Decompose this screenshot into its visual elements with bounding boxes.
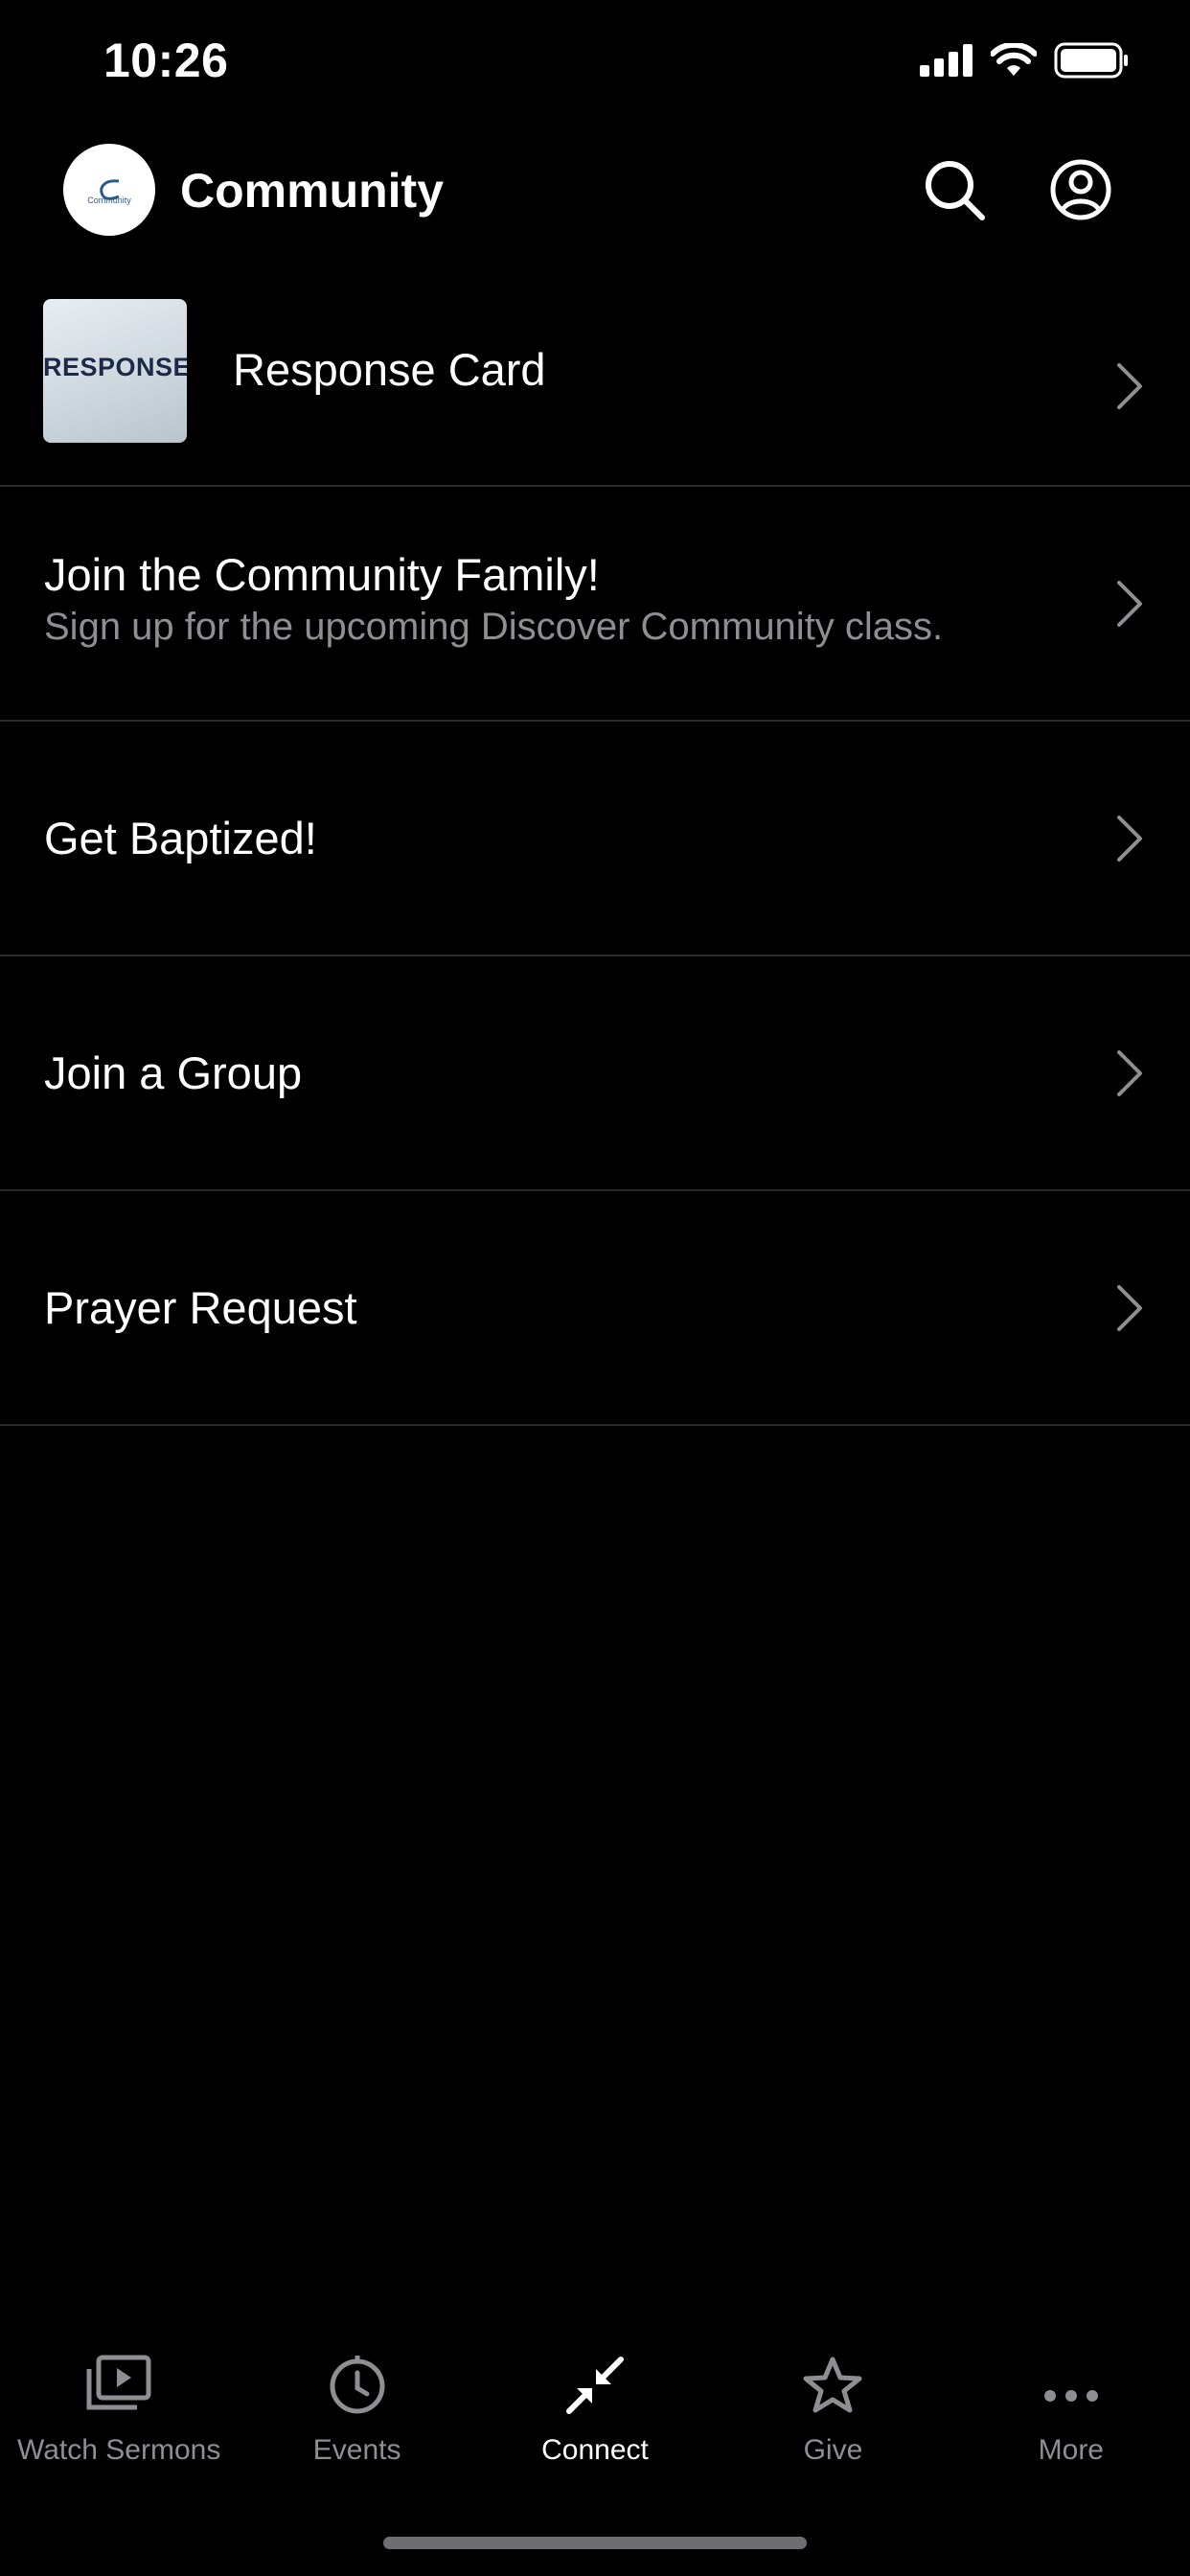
tab-connect[interactable]: Connect <box>476 2338 714 2472</box>
chevron-right-icon <box>1117 1284 1142 1331</box>
list-item-title: Join the Community Family! <box>44 549 600 600</box>
status-time: 10:26 <box>103 34 229 87</box>
more-dots-icon <box>1043 2390 1098 2402</box>
list-item-join-family[interactable]: Join the Community Family! Sign up for t… <box>0 487 1190 722</box>
thumbnail-text: RESPONSE <box>43 353 187 381</box>
response-card-thumbnail: RESPONSE <box>43 299 187 443</box>
community-logo[interactable]: Community <box>63 144 155 236</box>
user-circle-icon <box>1050 159 1111 220</box>
list-item-subtitle: Sign up for the upcoming Discover Commun… <box>44 606 944 648</box>
star-icon <box>803 2357 862 2413</box>
app-header: Community Community <box>0 134 1190 249</box>
status-icons <box>920 42 1131 79</box>
tab-more[interactable]: More <box>952 2338 1190 2472</box>
tab-events[interactable]: Events <box>238 2338 475 2472</box>
tab-give[interactable]: Give <box>714 2338 951 2472</box>
list-item-title: Prayer Request <box>44 1282 357 1333</box>
list-item-response-card[interactable]: RESPONSE Response Card <box>0 288 1190 487</box>
tab-label: Give <box>803 2434 863 2466</box>
list-item-title: Join a Group <box>44 1047 303 1098</box>
connect-arrows-icon <box>566 2357 625 2414</box>
list-item-title: Get Baptized! <box>44 813 317 863</box>
list-item-join-group[interactable]: Join a Group <box>0 956 1190 1191</box>
clock-icon <box>330 2356 385 2414</box>
profile-button[interactable] <box>1046 155 1115 224</box>
connect-list: RESPONSE Response Card Join the Communit… <box>0 288 1190 1426</box>
status-bar: 10:26 <box>0 0 1190 134</box>
chevron-right-icon <box>1117 580 1142 627</box>
video-library-icon <box>86 2355 151 2410</box>
chevron-right-icon <box>1117 815 1142 862</box>
tab-label: Watch Sermons <box>17 2434 221 2466</box>
search-button[interactable] <box>920 155 989 224</box>
tab-bar: Watch Sermons Events Connect Give More <box>0 2338 1190 2472</box>
logo-text: Community <box>87 196 131 205</box>
list-item-get-baptized[interactable]: Get Baptized! <box>0 722 1190 956</box>
chevron-right-icon <box>1117 363 1142 409</box>
list-item-prayer-request[interactable]: Prayer Request <box>0 1191 1190 1426</box>
tab-watch-sermons[interactable]: Watch Sermons <box>0 2338 238 2472</box>
battery-icon <box>1054 42 1128 79</box>
list-item-title: Response Card <box>233 344 546 395</box>
search-icon <box>926 161 985 220</box>
cellular-signal-icon <box>920 44 973 77</box>
tab-label: Connect <box>541 2434 649 2466</box>
home-indicator[interactable] <box>383 2537 807 2549</box>
chevron-right-icon <box>1117 1049 1142 1096</box>
wifi-icon <box>991 43 1037 76</box>
tab-label: More <box>1038 2434 1104 2466</box>
tab-label: Events <box>312 2434 401 2466</box>
page-title: Community <box>180 164 444 218</box>
